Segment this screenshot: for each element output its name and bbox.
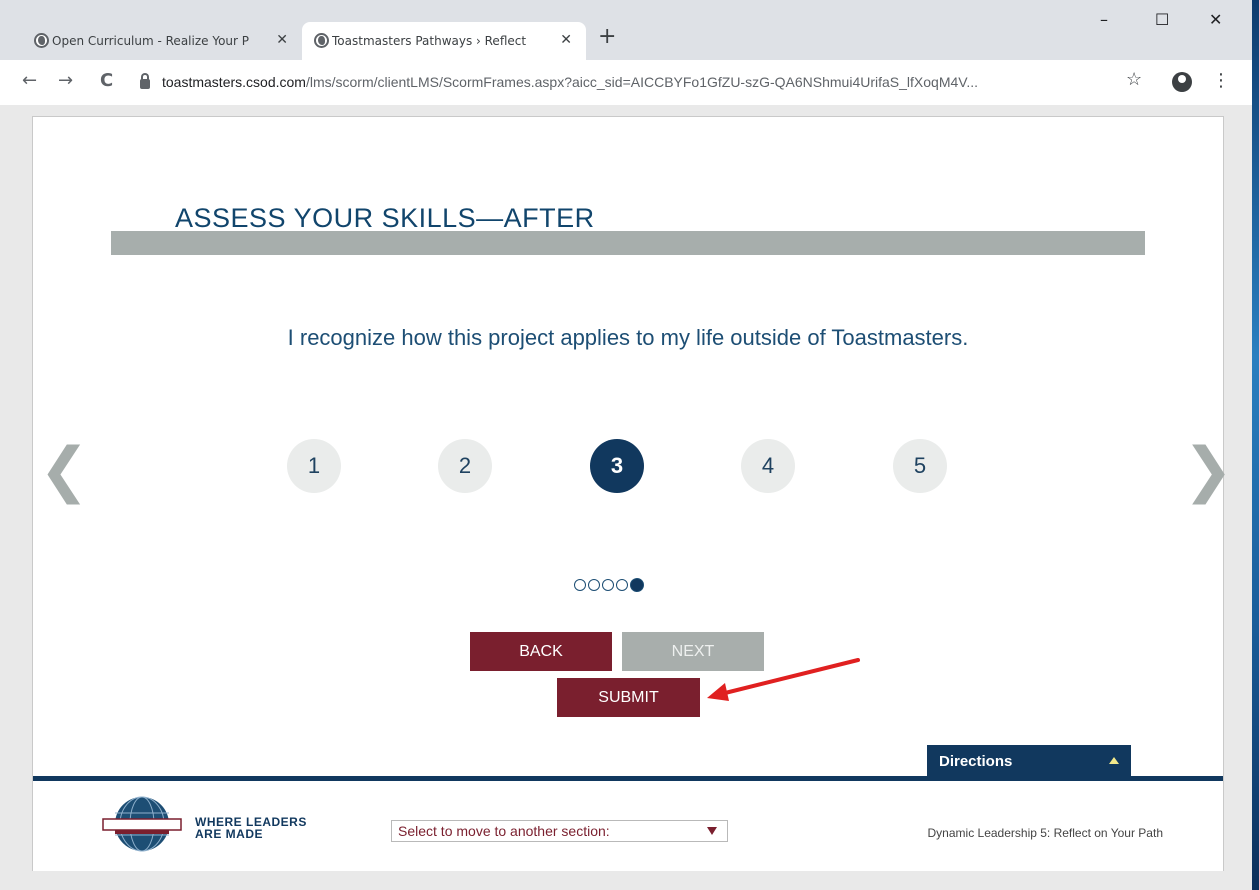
progress-dot xyxy=(616,579,628,591)
tab-toastmasters-pathways[interactable]: Toastmasters Pathways › Reflect ✕ xyxy=(302,22,586,60)
reload-icon[interactable]: C xyxy=(100,70,113,91)
directions-label: Directions xyxy=(939,753,1013,770)
tab-title: Open Curriculum - Realize Your P xyxy=(52,34,249,48)
progress-dot xyxy=(602,579,614,591)
tab-title: Toastmasters Pathways › Reflect xyxy=(332,34,527,48)
rating-option-4[interactable]: 4 xyxy=(741,439,795,493)
browser-toolbar: ← → C toastmasters.csod.com/lms/scorm/cl… xyxy=(0,60,1252,105)
url-text: toastmasters.csod.com/lms/scorm/clientLM… xyxy=(162,74,979,90)
section-select-dropdown[interactable]: Select to move to another section: xyxy=(391,820,728,842)
section-select-value: Select to move to another section: xyxy=(398,823,610,839)
progress-dot xyxy=(588,579,600,591)
rating-option-5[interactable]: 5 xyxy=(893,439,947,493)
minimize-button[interactable]: – xyxy=(1100,10,1108,29)
course-name: Dynamic Leadership 5: Reflect on Your Pa… xyxy=(927,826,1163,840)
tab-open-curriculum[interactable]: Open Curriculum - Realize Your P ✕ xyxy=(22,22,302,60)
profile-avatar-icon[interactable] xyxy=(1172,72,1192,92)
chevron-down-icon xyxy=(707,827,717,835)
submit-button[interactable]: SUBMIT xyxy=(557,678,700,717)
new-tab-button[interactable]: + xyxy=(598,24,616,49)
back-button[interactable]: BACK xyxy=(470,632,612,671)
bookmark-star-icon[interactable]: ☆ xyxy=(1126,69,1142,90)
forward-arrow-icon[interactable]: → xyxy=(58,70,73,91)
close-window-button[interactable]: ✕ xyxy=(1209,10,1222,29)
toastmasters-logo-icon xyxy=(102,796,182,852)
rating-option-1[interactable]: 1 xyxy=(287,439,341,493)
globe-icon xyxy=(34,33,49,48)
directions-tab[interactable]: Directions xyxy=(927,745,1131,778)
tab-strip: Open Curriculum - Realize Your P ✕ Toast… xyxy=(0,0,1252,60)
globe-icon xyxy=(314,33,329,48)
progress-dots xyxy=(574,578,644,592)
page-viewport: ASSESS YOUR SKILLS—AFTER I recognize how… xyxy=(0,105,1252,890)
heading-divider xyxy=(111,231,1145,255)
rating-option-2[interactable]: 2 xyxy=(438,439,492,493)
page-title: ASSESS YOUR SKILLS—AFTER xyxy=(175,203,595,233)
lock-icon xyxy=(140,73,150,89)
desktop-background xyxy=(1252,0,1259,890)
annotation-arrow-icon xyxy=(707,658,860,701)
close-tab-icon[interactable]: ✕ xyxy=(276,32,288,48)
course-frame: ASSESS YOUR SKILLS—AFTER I recognize how… xyxy=(32,116,1233,871)
progress-dot xyxy=(574,579,586,591)
browser-menu-icon[interactable]: ⋮ xyxy=(1212,70,1230,91)
triangle-up-icon xyxy=(1109,757,1119,764)
progress-dot-current xyxy=(630,578,644,592)
maximize-button[interactable]: ☐ xyxy=(1155,10,1169,29)
previous-slide-arrow-icon[interactable]: ❮ xyxy=(39,435,89,505)
next-slide-arrow-icon[interactable]: ❯ xyxy=(1183,435,1233,505)
address-bar[interactable]: toastmasters.csod.com/lms/scorm/clientLM… xyxy=(140,68,1150,96)
close-tab-icon[interactable]: ✕ xyxy=(560,32,572,48)
assessment-statement: I recognize how this project applies to … xyxy=(287,325,969,350)
rating-option-3[interactable]: 3 xyxy=(590,439,644,493)
tagline: WHERE LEADERS ARE MADE xyxy=(195,815,307,841)
back-arrow-icon[interactable]: ← xyxy=(22,70,37,91)
course-footer: WHERE LEADERS ARE MADE Select to move to… xyxy=(33,781,1223,871)
browser-window: Open Curriculum - Realize Your P ✕ Toast… xyxy=(0,0,1252,890)
